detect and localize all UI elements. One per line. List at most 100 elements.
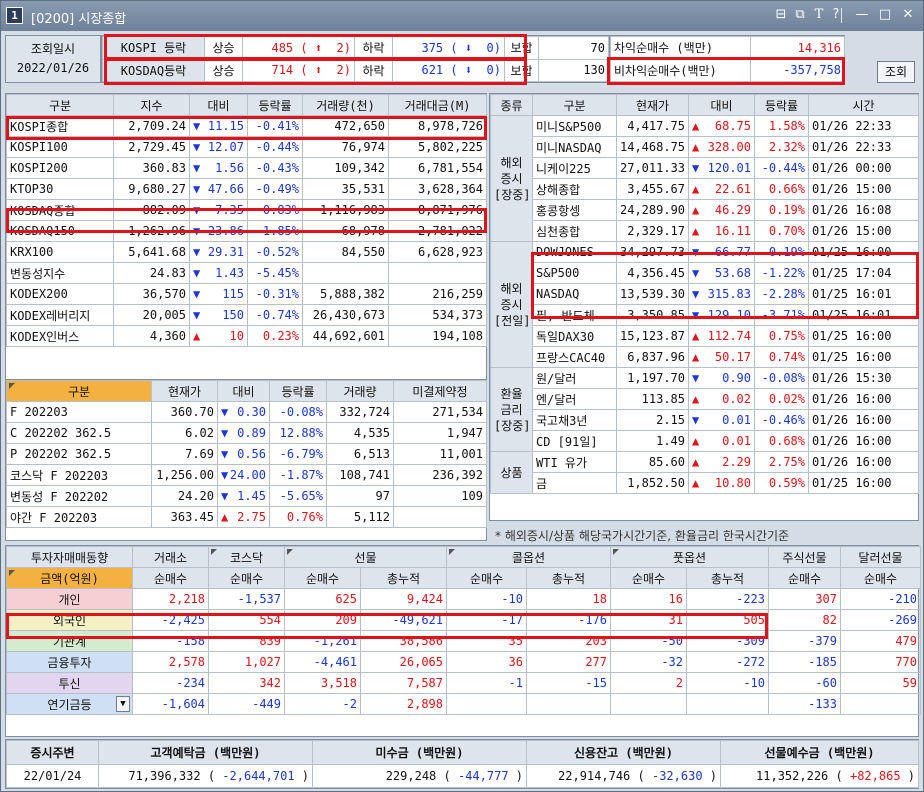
futures-name: C 202202 362.5 bbox=[6, 422, 152, 444]
index-row[interactable]: KOSDAQ종합 882.09 ▼ 7.35 -0.83% 1,116,983 8,871,… bbox=[6, 199, 487, 221]
index-name: KODEX레버리지 bbox=[6, 304, 114, 326]
credit-change: -32,630 bbox=[651, 768, 703, 783]
global-row[interactable]: 상해종합 3,455.67 ▲ 22.61 0.66% 01/26 15:00 bbox=[491, 178, 919, 200]
summary-col-fut-deposit: 선물예수금 (백만원) bbox=[720, 740, 919, 765]
global-change: ▲ 0.01 bbox=[688, 430, 755, 452]
kospi-advance-row: KOSPI 등락 상승 485 ( ⬆ 2) 하락 375 ( ⬇ 0) 보합 … bbox=[102, 36, 609, 60]
investor-row[interactable]: 기관계 -158 839 -1,261 38,586 35 203 -50 -309 -379 47… bbox=[6, 630, 921, 652]
global-col-rate: 등락률 bbox=[754, 94, 809, 116]
investor-value: -210 bbox=[840, 588, 921, 610]
deposit-change: -2,644,701 bbox=[222, 768, 295, 783]
global-price: 1.49 bbox=[616, 430, 689, 452]
index-value: 9,680.27 bbox=[113, 178, 190, 200]
global-col-time: 시간 bbox=[808, 94, 919, 116]
index-name: KOSDAQ150 bbox=[6, 220, 114, 242]
investor-row[interactable]: 금융투자 2,578 1,027 -4,461 26,065 36 277 -32 -272 -1… bbox=[6, 651, 921, 673]
investor-row[interactable]: 연기금등 ▼ -1,604 -449 -2 2,898 -133 bbox=[6, 693, 921, 715]
futures-row[interactable]: 코스닥 F 202203 1,256.00 ▼ 24.00 -1.87% 108,741 2… bbox=[6, 464, 487, 486]
investor-value: -2,425 bbox=[132, 609, 209, 631]
global-row[interactable]: 금 1,852.50 ▲ 10.80 0.59% 01/25 16:00 bbox=[491, 472, 919, 494]
global-price: 1,197.70 bbox=[616, 367, 689, 389]
dropdown-icon[interactable]: ▼ bbox=[116, 696, 130, 712]
investor-value: 18 bbox=[526, 588, 611, 610]
global-row[interactable]: NASDAQ 13,539.30 ▼ 315.83 -2.28% 01/25 16:01 bbox=[491, 283, 919, 305]
down-triangle-icon: ▼ bbox=[193, 287, 201, 301]
investor-value: -1,604 bbox=[132, 693, 209, 715]
close-icon[interactable]: ✕ bbox=[900, 6, 916, 24]
layout-icon[interactable]: ⊟ bbox=[773, 6, 789, 24]
futures-row[interactable]: P 202202 362.5 7.69 ▼ 0.56 -6.79% 6,513 11,001 bbox=[6, 443, 487, 465]
global-price: 15,123.87 bbox=[616, 325, 689, 347]
group-exchange: 거래소 bbox=[132, 546, 209, 568]
summary-date: 22/01/24 bbox=[6, 763, 99, 788]
font-size-icon[interactable]: T bbox=[811, 6, 827, 24]
index-row[interactable]: KOSPI100 2,729.45 ▼ 12.07 -0.44% 76,974 5,802,… bbox=[6, 136, 487, 158]
index-name: KOSPI100 bbox=[6, 136, 114, 158]
down-triangle-icon: ▼ bbox=[193, 182, 201, 196]
minimize-icon[interactable]: — bbox=[854, 6, 870, 24]
index-row[interactable]: KODEX인버스 4,360 ▲ 10 0.23% 44,692,601 194,108 bbox=[6, 325, 487, 347]
index-rate: -0.49% bbox=[247, 178, 303, 200]
down-triangle-icon: ▼ bbox=[221, 489, 229, 503]
index-col-amount: 거래대금(M) bbox=[388, 94, 487, 116]
index-row[interactable]: KTOP30 9,680.27 ▼ 47.66 -0.49% 35,531 3,628,36… bbox=[6, 178, 487, 200]
query-button[interactable]: 조회 bbox=[877, 61, 915, 83]
futures-row[interactable]: C 202202 362.5 6.02 ▼ 0.89 12.88% 4,535 1,947 bbox=[6, 422, 487, 444]
global-name: 엔/달러 bbox=[532, 388, 617, 410]
investor-value: 82 bbox=[768, 609, 841, 631]
futures-row[interactable]: 야간 F 202203 363.45 ▲ 2.75 0.76% 5,112 bbox=[6, 506, 487, 528]
global-row[interactable]: 필, 반도체 3,350.85 ▼ 129.10 -3.71% 01/25 16:01 bbox=[491, 304, 919, 326]
maximize-icon[interactable]: □ bbox=[877, 6, 893, 24]
futures-row[interactable]: 변동성 F 202202 24.20 ▼ 1.45 -5.65% 97 109 bbox=[6, 485, 487, 507]
index-name: KOSDAQ종합 bbox=[6, 199, 114, 221]
summary-value-row: 22/01/24 71,396,332 ( -2,644,701 ) 229,2… bbox=[6, 763, 919, 788]
index-row[interactable]: KRX100 5,641.68 ▼ 29.31 -0.52% 84,550 6,628,92… bbox=[6, 241, 487, 263]
investor-value: -15 bbox=[526, 672, 611, 694]
global-change: ▲ 2.29 bbox=[688, 451, 755, 473]
index-change: ▼ 1.43 bbox=[189, 262, 248, 284]
index-change: ▼ 1.56 bbox=[189, 157, 248, 179]
global-time: 01/25 16:00 bbox=[808, 472, 919, 494]
global-row[interactable]: 니케이225 27,011.33 ▼ 120.01 -0.44% 01/26 00:00 bbox=[491, 157, 919, 179]
global-row[interactable]: 해외 증시 [장중] 미니S&P500 4,417.75 ▲ 68.75 1.58% 01/26… bbox=[490, 115, 919, 242]
index-row[interactable]: KODEX레버리지 20,005 ▼ 150 -0.74% 26,430,673 534,3… bbox=[6, 304, 487, 326]
global-name: 홍콩항셍 bbox=[532, 199, 617, 221]
global-row[interactable]: 프랑스CAC40 6,837.96 ▲ 50.17 0.74% 01/25 16:00 bbox=[491, 346, 919, 368]
arbitrage-row: 차익순매수 (백만) 14,316 bbox=[610, 36, 845, 60]
global-change: ▲ 46.29 bbox=[688, 199, 755, 221]
global-group-label-line: 상품 bbox=[500, 465, 523, 480]
global-row[interactable]: 환율 금리 [장중] 원/달러 1,197.70 ▼ 0.90 -0.08% 01/26 15:… bbox=[490, 367, 919, 452]
global-row[interactable]: 상품 WTI 유가 85.60 ▲ 2.29 2.75% 01/26 16:00 bbox=[490, 451, 919, 494]
global-row[interactable]: 심천종합 2,329.17 ▲ 16.11 0.70% 01/26 15:00 bbox=[491, 220, 919, 242]
global-row[interactable]: 국고채3년 2.15 ▼ 0.01 -0.46% 01/26 16:00 bbox=[491, 409, 919, 431]
fut-deposit-value: 11,352,226 bbox=[756, 768, 829, 783]
index-row[interactable]: KOSPI종합 2,709.24 ▼ 11.15 -0.41% 472,650 8,978,… bbox=[6, 115, 487, 137]
futures-row[interactable]: F 202203 360.70 ▼ 0.30 -0.08% 332,724 271,534 bbox=[6, 401, 487, 423]
link-window-icon[interactable]: ⧉ bbox=[792, 6, 808, 24]
summary-col-receivable: 미수금 (백만원) bbox=[312, 740, 527, 765]
index-row[interactable]: KODEX200 36,570 ▼ 115 -0.31% 5,888,382 216,259 bbox=[6, 283, 487, 305]
investor-row[interactable]: 외국인 -2,425 554 209 -49,621 -17 -176 31 505 82 -269 bbox=[6, 609, 921, 631]
global-row[interactable]: 홍콩항셍 24,289.90 ▲ 46.29 0.19% 01/26 16:08 bbox=[491, 199, 919, 221]
index-volume: 1,116,983 bbox=[302, 199, 389, 221]
investor-row[interactable]: 개인 2,218 -1,537 625 9,424 -10 18 16 -223 307 -210 bbox=[6, 588, 921, 610]
global-row[interactable]: 엔/달러 113.85 ▲ 0.02 0.02% 01/26 16:00 bbox=[491, 388, 919, 410]
global-row[interactable]: 미니NASDAQ 14,468.75 ▲ 328.00 2.32% 01/26 22:33 bbox=[491, 136, 919, 158]
investor-value: -158 bbox=[132, 630, 209, 652]
global-time: 01/25 16:00 bbox=[808, 346, 919, 368]
global-row[interactable]: 해외 증시 [전일] DOWJONES 34,297.73 ▼ 66.77 -0.19% 01/… bbox=[490, 241, 919, 368]
index-row[interactable]: KOSDAQ150 1,262.96 ▼ 23.86 -1.85% 68,978 2,781… bbox=[6, 220, 487, 242]
up-count-cell: 714 ( ⬆ 2) bbox=[242, 58, 355, 82]
investor-value: 277 bbox=[526, 651, 611, 673]
index-row[interactable]: 변동성지수 24.83 ▼ 1.43 -5.45% bbox=[6, 262, 487, 284]
global-row[interactable]: 독일DAX30 15,123.87 ▲ 112.74 0.75% 01/25 16:00 bbox=[491, 325, 919, 347]
global-rate: 1.58% bbox=[754, 115, 809, 137]
global-row[interactable]: CD [91일] 1.49 ▲ 0.01 0.68% 01/26 16:00 bbox=[491, 430, 919, 452]
index-row[interactable]: KOSPI200 360.83 ▼ 1.56 -0.43% 109,342 6,781,55… bbox=[6, 157, 487, 179]
index-rate: -1.85% bbox=[247, 220, 303, 242]
investor-value: 2 bbox=[610, 672, 687, 694]
global-change-value: 328.00 bbox=[707, 140, 751, 154]
investor-row[interactable]: 투신 -234 342 3,518 7,587 -1 -15 2 -10 -60 59 bbox=[6, 672, 921, 694]
index-volume: 26,430,673 bbox=[302, 304, 389, 326]
global-row[interactable]: S&P500 4,356.45 ▼ 53.68 -1.22% 01/25 17:04 bbox=[491, 262, 919, 284]
